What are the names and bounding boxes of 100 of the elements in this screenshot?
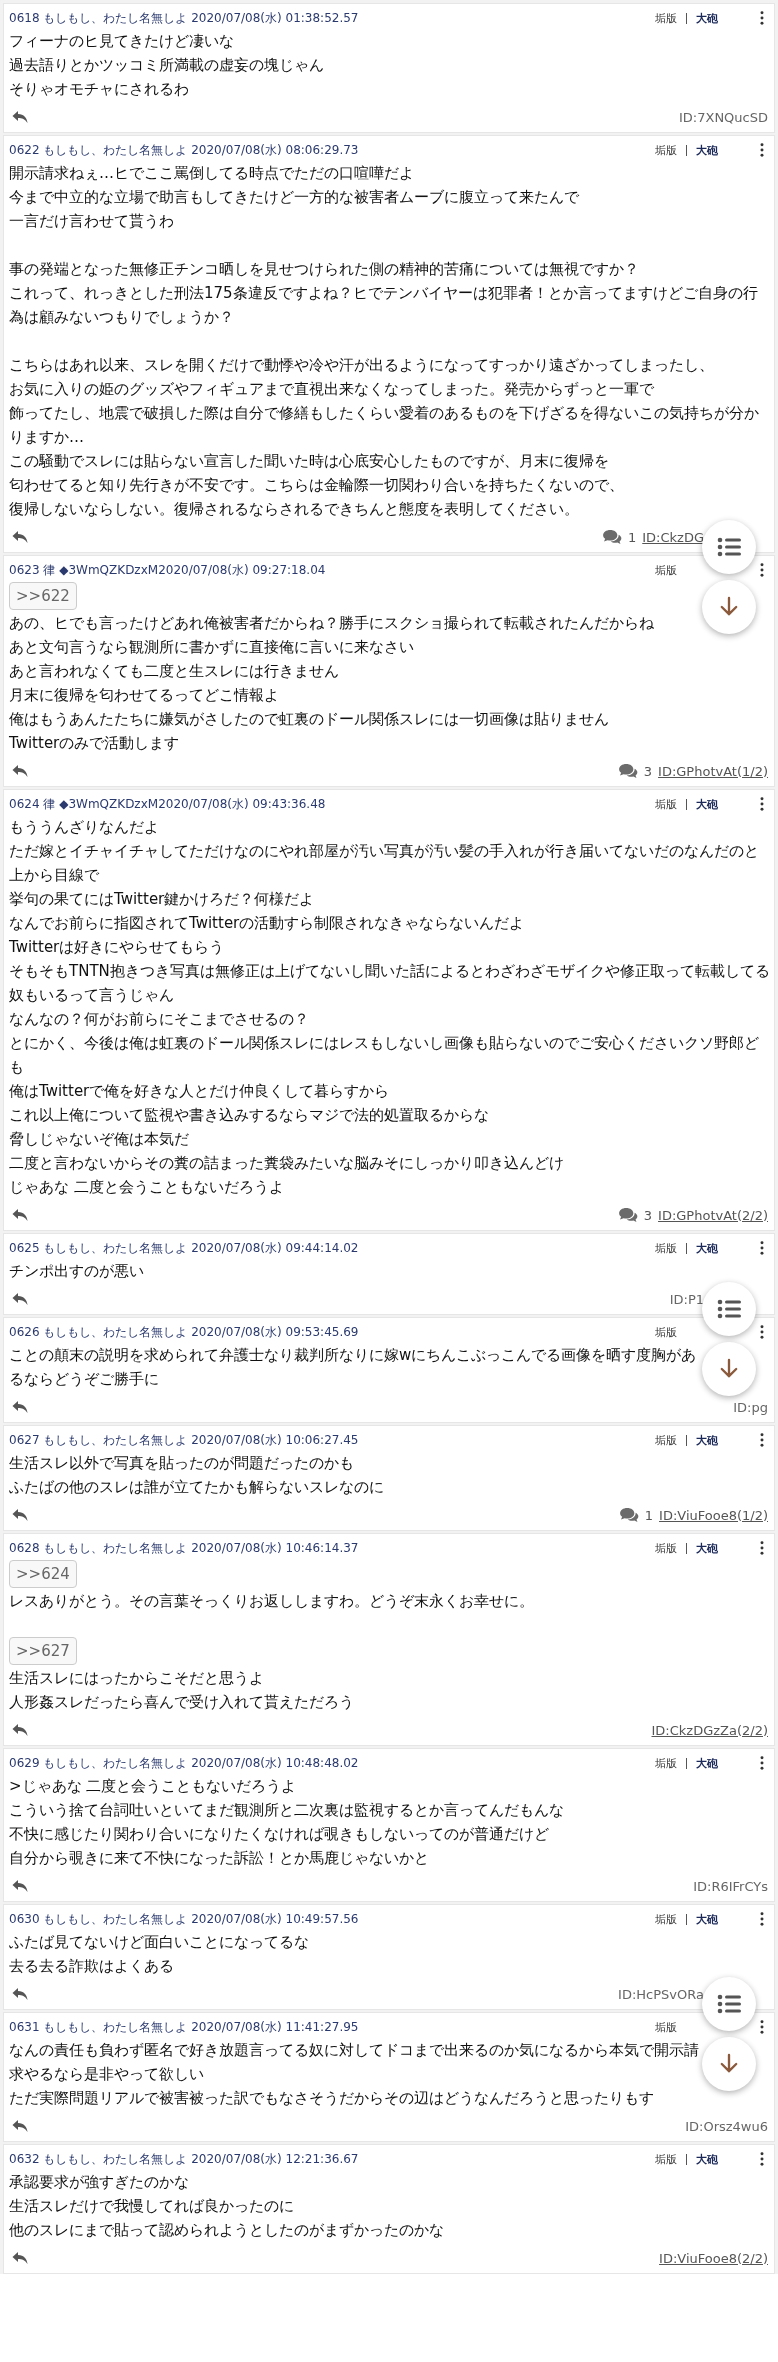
post-text: 事の発端となった無修正チンコ晒しを見せつけられた側の精神的苦痛については無視ですか？ xyxy=(9,260,639,278)
post-header: 0631 もしもし、わたし名無しよ 2020/07/08(水) 11:41:27.95 xyxy=(9,2018,360,2036)
arrow-down-icon xyxy=(720,2053,738,2075)
post-action-link[interactable]: 垢版 xyxy=(646,1432,686,1448)
poster-id[interactable]: ID:HcPSvORa xyxy=(618,1986,704,2002)
post-action-link[interactable]: 大砲 xyxy=(686,1242,727,1254)
post-action-link[interactable]: 大砲 xyxy=(686,144,727,156)
list-button[interactable] xyxy=(702,1977,756,2031)
post-action-link[interactable]: 垢版 xyxy=(646,1324,686,1340)
post-header: 0627 もしもし、わたし名無しよ 2020/07/08(水) 10:06:27.45 xyxy=(9,1431,360,1449)
post-action-link[interactable]: 垢版 xyxy=(646,2019,686,2035)
comments-icon[interactable] xyxy=(618,1507,639,1523)
reply-icon[interactable] xyxy=(12,1723,28,1737)
poster-id[interactable]: ID:ViuFooe8(2/2) xyxy=(659,2250,768,2266)
post-header: 0618 もしもし、わたし名無しよ 2020/07/08(水) 01:38:52.57 xyxy=(9,9,360,27)
post-action-link[interactable]: 垢版 xyxy=(646,2151,686,2167)
more-icon[interactable] xyxy=(760,1433,764,1447)
reply-icon[interactable] xyxy=(12,2251,28,2265)
post-action-link[interactable]: 大砲 xyxy=(686,12,727,24)
scroll-down-button[interactable] xyxy=(702,1342,756,1396)
post-text: 自分から覗きに来て不快になった訴訟！とか馬鹿じゃないかと xyxy=(9,1849,429,1867)
reply-icon[interactable] xyxy=(12,2119,28,2133)
scroll-down-button[interactable] xyxy=(702,2037,756,2091)
quote-link[interactable]: >>624 xyxy=(9,1560,77,1588)
post-action-link[interactable]: 大砲 xyxy=(686,1913,727,1925)
post-header: 0630 もしもし、わたし名無しよ 2020/07/08(水) 10:49:57.56 xyxy=(9,1910,360,1928)
more-icon[interactable] xyxy=(760,2152,764,2166)
more-icon[interactable] xyxy=(760,563,764,577)
post-action-link[interactable]: 垢版 xyxy=(646,1540,686,1556)
post-action-link[interactable]: 垢版 xyxy=(646,1240,686,1256)
more-icon[interactable] xyxy=(760,143,764,157)
post-text: 人形姦スレだったら喜んで受け入れて貰えただろう xyxy=(9,1693,354,1711)
post-action-link[interactable]: 大砲 xyxy=(686,1434,727,1446)
post-text: レスありがとう。その言葉そっくりお返ししますわ。どうぞ末永くお幸せに。 xyxy=(9,1592,534,1610)
post-action-link[interactable]: 垢版 xyxy=(646,1911,686,1927)
poster-id[interactable]: ID:ViuFooe8(1/2) xyxy=(659,1507,768,1523)
post-action-link[interactable]: 大砲 xyxy=(686,1757,727,1769)
reply-icon[interactable] xyxy=(12,1292,28,1306)
scroll-down-button[interactable] xyxy=(702,580,756,634)
post-header: 0629 もしもし、わたし名無しよ 2020/07/08(水) 10:48:48.02 xyxy=(9,1754,360,1772)
poster-id[interactable]: ID:R6IFrCYs xyxy=(693,1878,768,1894)
reply-icon[interactable] xyxy=(12,764,28,778)
reply-icon[interactable] xyxy=(12,1400,28,1414)
post-action-link[interactable]: 大砲 xyxy=(686,798,727,810)
poster-id[interactable]: ID:CkzDGzZa(2/2) xyxy=(651,1722,768,1738)
reply-icon[interactable] xyxy=(12,1508,28,1522)
poster-id[interactable]: ID:P1 xyxy=(669,1291,704,1307)
reply-icon[interactable] xyxy=(12,530,28,544)
list-button[interactable] xyxy=(702,520,756,574)
post-text: 生活スレにはったからこそだと思うよ xyxy=(9,1669,264,1687)
post-header: 0625 もしもし、わたし名無しよ 2020/07/08(水) 09:44:14.02 xyxy=(9,1239,360,1257)
post-text: 匂わせてると知り先行きが不安です。こちらは金輪際一切関わり合いを持ちたくないので、 xyxy=(9,476,624,494)
list-icon xyxy=(717,1299,741,1319)
post-text: 二度と言わないからその糞の詰まった糞袋みたいな脳みそにしっかり叩き込んどけ xyxy=(9,1154,564,1172)
comments-icon[interactable] xyxy=(601,529,622,545)
reply-icon[interactable] xyxy=(12,110,28,124)
more-icon[interactable] xyxy=(760,1325,764,1339)
quote-link[interactable]: >>622 xyxy=(9,582,77,610)
comments-icon[interactable] xyxy=(617,763,638,779)
comments-icon[interactable] xyxy=(617,1207,638,1223)
poster-id[interactable]: ID:7XNQucSD xyxy=(679,109,768,125)
more-icon[interactable] xyxy=(760,1541,764,1555)
poster-id[interactable]: ID:GPhotvAt(1/2) xyxy=(658,763,768,779)
post-action-link[interactable]: 垢版 xyxy=(646,562,686,578)
reply-count: 3 xyxy=(643,1207,653,1223)
poster-id[interactable]: ID:CkzDG xyxy=(642,529,704,545)
post-text: そりゃオモチャにされるわ xyxy=(9,80,189,98)
more-icon[interactable] xyxy=(760,2020,764,2034)
poster-id[interactable]: ID:pg xyxy=(733,1399,768,1415)
post-text: Twitterは好きにやらせてもらう xyxy=(9,938,225,956)
list-button[interactable] xyxy=(702,1282,756,1336)
list-icon xyxy=(717,537,741,557)
more-icon[interactable] xyxy=(760,797,764,811)
reply-icon[interactable] xyxy=(12,1879,28,1893)
list-icon xyxy=(717,1994,741,2014)
post-text: 去る去る詐欺はよくある xyxy=(9,1957,174,1975)
post-action-link[interactable]: 垢版 xyxy=(646,142,686,158)
reply-icon[interactable] xyxy=(12,1208,28,1222)
reply-icon[interactable] xyxy=(12,1987,28,2001)
poster-id[interactable]: ID:GPhotvAt(2/2) xyxy=(658,1207,768,1223)
post-text: フィーナのヒ見てきたけど凄いな xyxy=(9,32,234,50)
post-text: チンポ出すのが悪い xyxy=(9,1262,144,1280)
post-action-link[interactable]: 大砲 xyxy=(686,2153,727,2165)
post-text: 一言だけ言わせて貰うわ xyxy=(9,212,174,230)
post-text: この騒動でスレには貼らない宣言した聞いた時は心底安心したものですが、月末に復帰を xyxy=(9,452,609,470)
more-icon[interactable] xyxy=(760,11,764,25)
reply-count: 1 xyxy=(644,1507,654,1523)
post-action-link[interactable]: 垢版 xyxy=(646,10,686,26)
more-icon[interactable] xyxy=(760,1756,764,1770)
poster-id[interactable]: ID:Orsz4wu6 xyxy=(685,2118,768,2134)
post-action-link[interactable]: 垢版 xyxy=(646,796,686,812)
more-icon[interactable] xyxy=(760,1912,764,1926)
post-action-link[interactable]: 垢版 xyxy=(646,1755,686,1771)
post-text: こちらはあれ以来、スレを開くだけで動悸や冷や汗が出るようになってすっかり遠ざかってしまったし、 xyxy=(9,356,714,374)
post-header: 0624 律 ◆3WmQZKDzxM2020/07/08(水) 09:43:36.48 xyxy=(9,795,327,813)
post-header: 0626 もしもし、わたし名無しよ 2020/07/08(水) 09:53:45.69 xyxy=(9,1323,360,1341)
more-icon[interactable] xyxy=(760,1241,764,1255)
post-text: 開示請求ねぇ…ヒでここ罵倒してる時点でただの口喧嘩だよ xyxy=(9,164,414,182)
post-action-link[interactable]: 大砲 xyxy=(686,1542,727,1554)
quote-link[interactable]: >>627 xyxy=(9,1637,77,1665)
